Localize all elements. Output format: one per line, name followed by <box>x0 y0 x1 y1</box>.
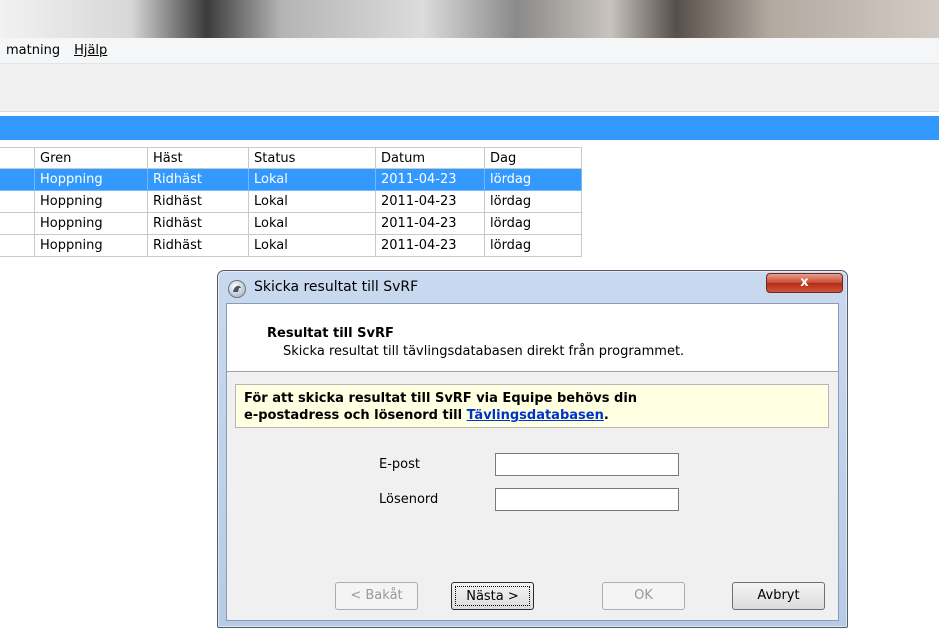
email-field[interactable] <box>495 453 679 476</box>
table-cell: lördag <box>485 191 582 213</box>
close-button[interactable]: x <box>766 273 843 293</box>
table-cell: Lokal <box>249 213 376 235</box>
app-icon <box>228 280 246 298</box>
table-cell: lördag <box>485 235 582 257</box>
dialog-body: Resultat till SvRF Skicka resultat till … <box>226 303 839 621</box>
next-button-label: Nästa > <box>455 586 530 606</box>
table-cell: Ridhäst <box>148 191 249 213</box>
table-row[interactable]: Hoppning Ridhäst Lokal 2011-04-23 lördag <box>0 235 582 257</box>
table-row[interactable]: Hoppning Ridhäst Lokal 2011-04-23 lördag <box>0 213 582 235</box>
cancel-button[interactable]: Avbryt <box>732 582 825 610</box>
table-cell: Hoppning <box>35 191 148 213</box>
table-header-row: Gren Häst Status Datum Dag <box>0 147 582 169</box>
table-cell: lördag <box>485 169 582 191</box>
info-message: För att skicka resultat till SvRF via Eq… <box>235 384 829 428</box>
horse-icon <box>233 285 241 292</box>
info-line-1: För att skicka resultat till SvRF via Eq… <box>244 391 638 406</box>
dialog-title: Skicka resultat till SvRF <box>254 279 419 295</box>
table-cell: Hoppning <box>35 213 148 235</box>
column-header-dag[interactable]: Dag <box>485 147 582 169</box>
table-cell <box>0 191 35 213</box>
menu-item-help-label: Hjälp <box>74 43 108 58</box>
back-button[interactable]: < Bakåt <box>335 582 418 610</box>
table-cell: Lokal <box>249 169 376 191</box>
toolbar <box>0 64 939 112</box>
table-cell: Lokal <box>249 235 376 257</box>
table-cell <box>0 213 35 235</box>
password-field[interactable] <box>495 488 679 511</box>
table-cell <box>0 235 35 257</box>
table-cell: Lokal <box>249 191 376 213</box>
password-label: Lösenord <box>379 492 439 507</box>
results-table: Gren Häst Status Datum Dag Hoppning Ridh… <box>0 147 582 257</box>
wizard-header-title: Resultat till SvRF <box>267 326 394 341</box>
table-cell: Hoppning <box>35 169 148 191</box>
info-line-2-suffix: . <box>603 408 609 423</box>
column-header-datum[interactable]: Datum <box>376 147 485 169</box>
dialog-title-bar[interactable]: Skicka resultat till SvRF x <box>218 271 847 303</box>
info-line-2-text: e-postadress och lösenord till <box>244 408 467 423</box>
column-header-hast[interactable]: Häst <box>148 147 249 169</box>
table-cell: Ridhäst <box>148 235 249 257</box>
table-cell: Hoppning <box>35 235 148 257</box>
menu-bar: matning Hjälp <box>0 38 939 64</box>
table-cell: 2011-04-23 <box>376 169 485 191</box>
menu-item-help[interactable]: Hjälp <box>74 43 107 58</box>
wizard-header: Resultat till SvRF Skicka resultat till … <box>227 304 838 372</box>
table-cell: Ridhäst <box>148 213 249 235</box>
menu-item-formatting[interactable]: matning <box>6 43 60 58</box>
next-button[interactable]: Nästa > <box>451 582 534 610</box>
table-row[interactable]: Hoppning Ridhäst Lokal 2011-04-23 lördag <box>0 191 582 213</box>
column-header-status[interactable]: Status <box>249 147 376 169</box>
close-icon: x <box>800 275 809 290</box>
send-results-dialog: Skicka resultat till SvRF x Resultat til… <box>217 270 848 628</box>
window-title-bar <box>0 0 939 38</box>
info-line-2: e-postadress och lösenord till Tävlingsd… <box>244 407 828 424</box>
tavlingsdatabasen-link[interactable]: Tävlingsdatabasen <box>467 408 604 423</box>
table-cell: 2011-04-23 <box>376 191 485 213</box>
table-cell: Ridhäst <box>148 169 249 191</box>
selected-list-row[interactable] <box>0 116 939 140</box>
table-cell: 2011-04-23 <box>376 213 485 235</box>
table-cell: 2011-04-23 <box>376 235 485 257</box>
table-cell <box>0 169 35 191</box>
table-row[interactable]: Hoppning Ridhäst Lokal 2011-04-23 lördag <box>0 169 582 191</box>
table-cell: lördag <box>485 213 582 235</box>
column-header-blank[interactable] <box>0 147 35 169</box>
email-label: E-post <box>379 457 420 472</box>
ok-button[interactable]: OK <box>602 582 685 610</box>
wizard-header-subtitle: Skicka resultat till tävlingsdatabasen d… <box>283 344 685 359</box>
column-header-gren[interactable]: Gren <box>35 147 148 169</box>
